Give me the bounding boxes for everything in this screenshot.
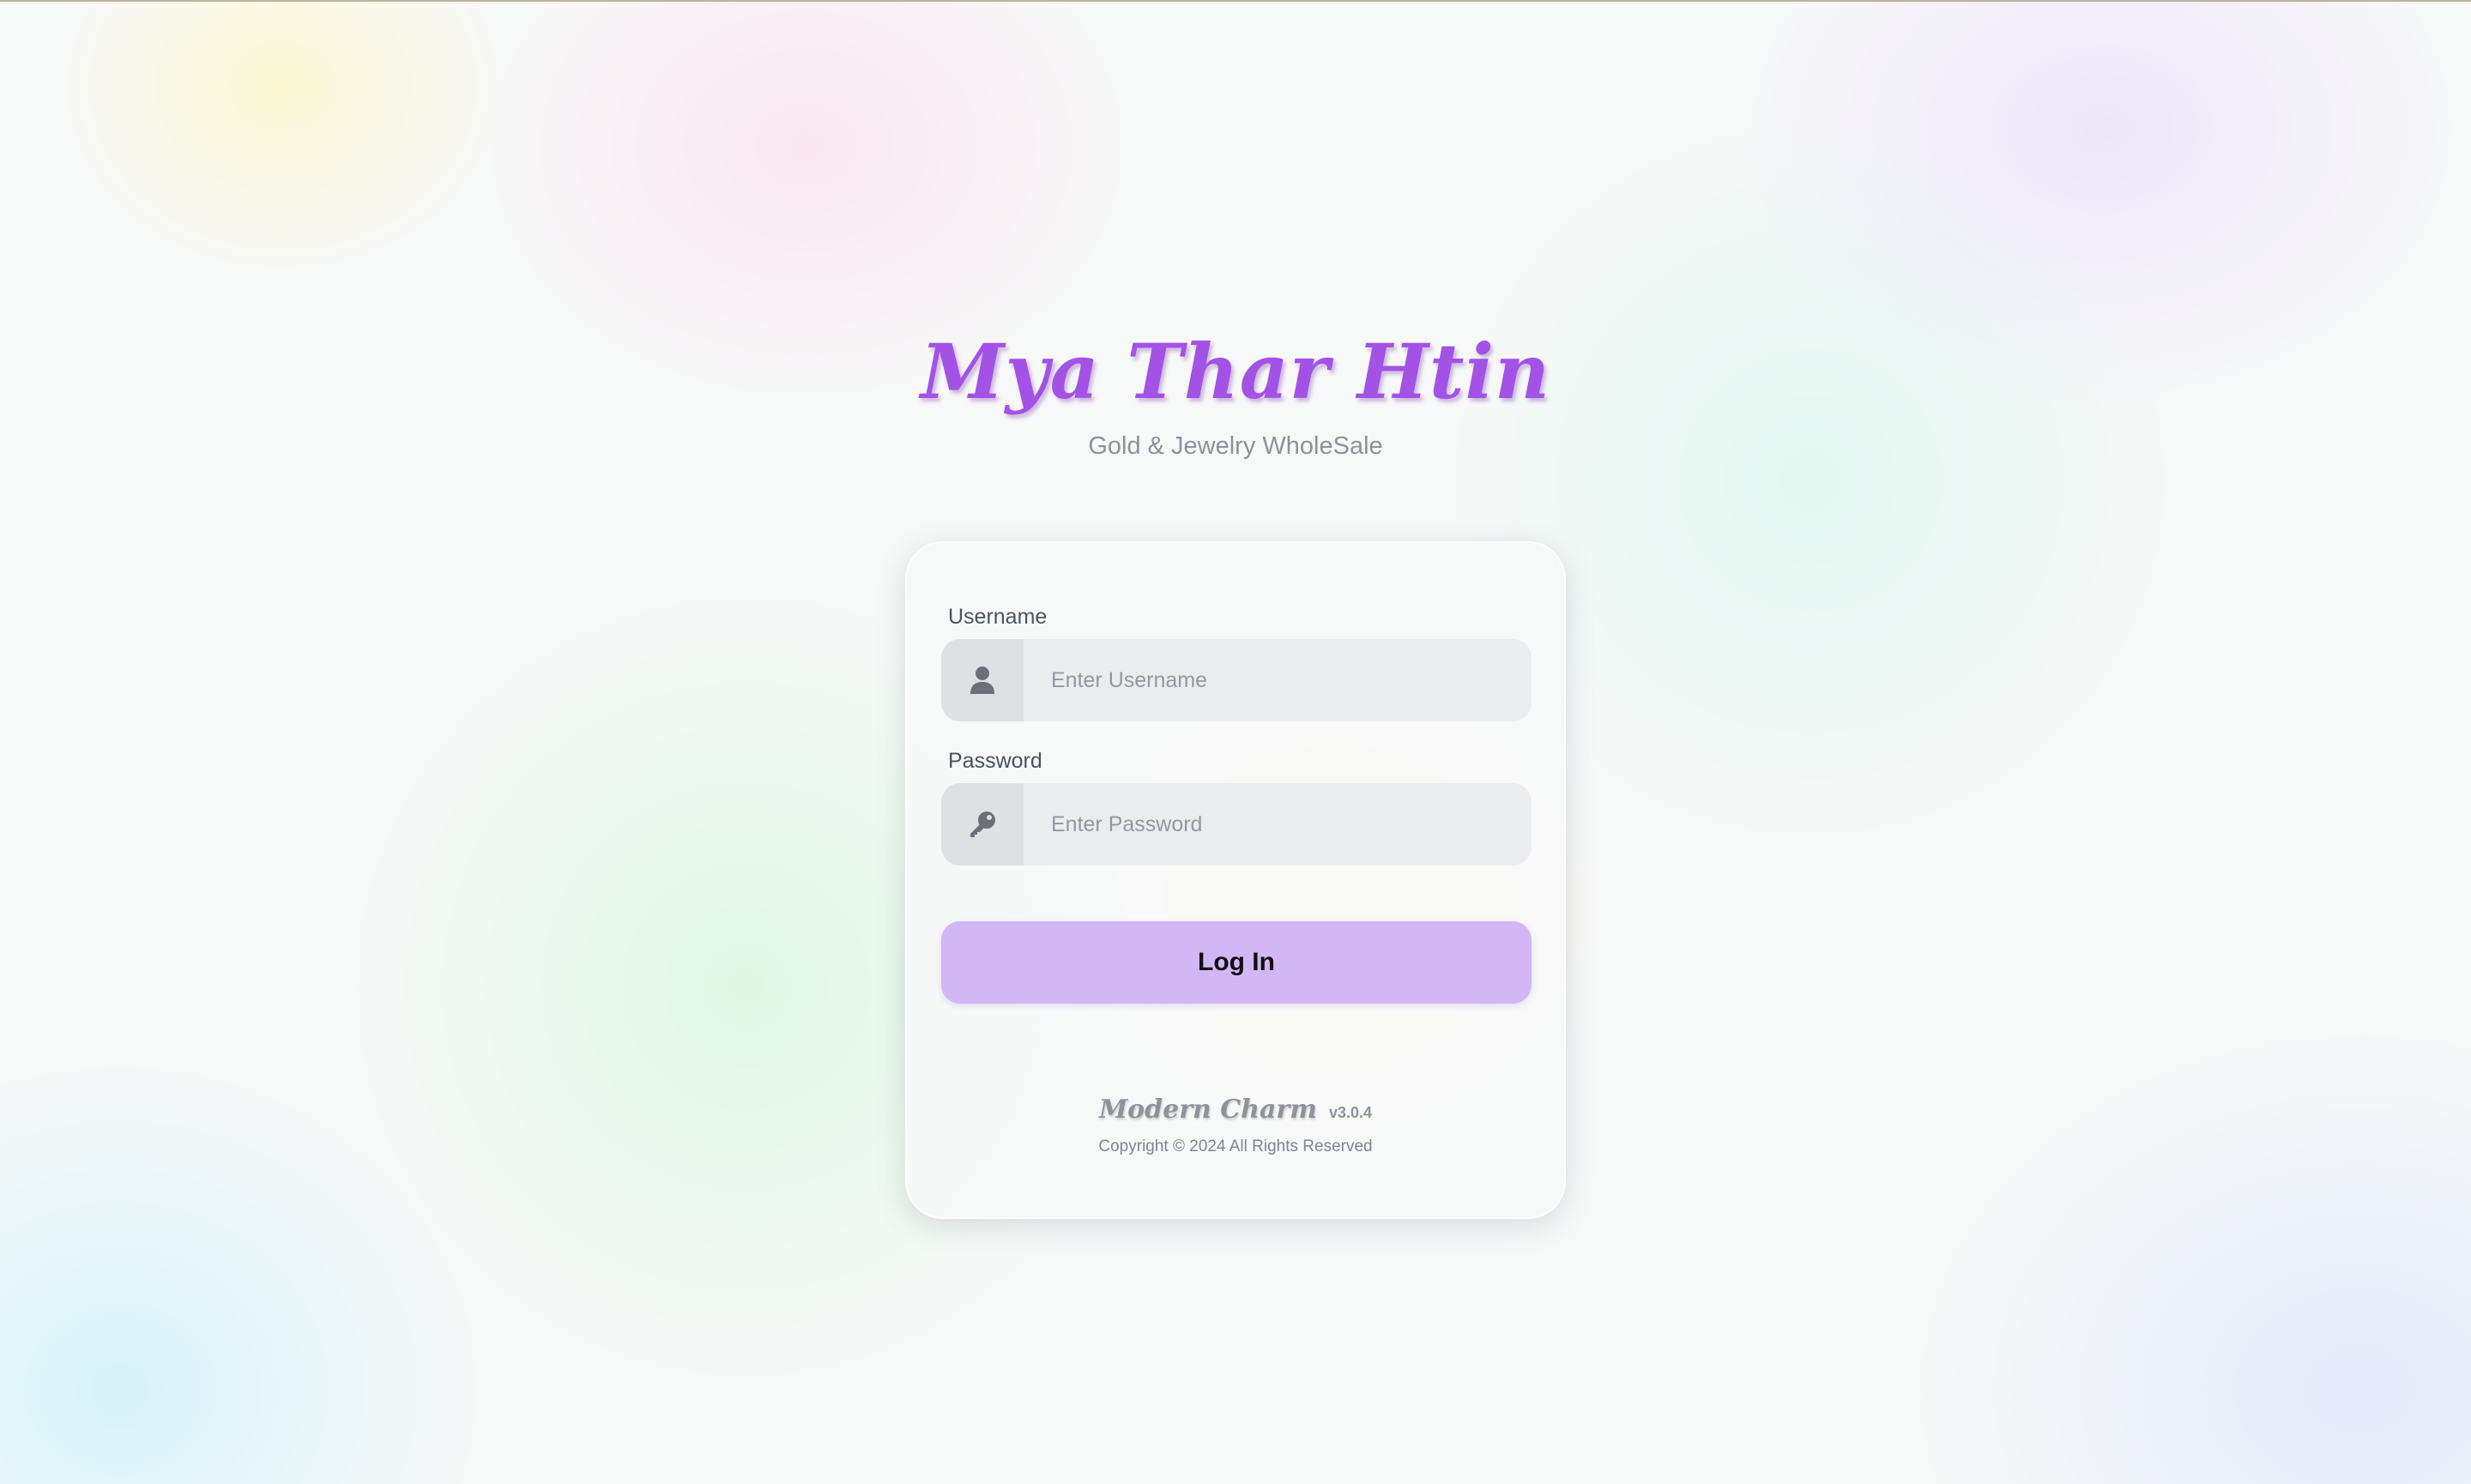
footer-theme-name: Modern Charm: [1098, 1095, 1317, 1125]
password-icon-box: [941, 783, 1024, 866]
username-icon-box: [941, 639, 1024, 721]
username-label: Username: [948, 605, 1048, 629]
footer-version: v3.0.4: [1328, 1104, 1373, 1121]
username-input[interactable]: [1024, 639, 1532, 721]
brand-subtitle: Gold & Jewelry WholeSale: [1088, 432, 1383, 460]
password-input[interactable]: [1024, 783, 1532, 866]
top-border-line: [0, 0, 2471, 2]
password-label: Password: [948, 749, 1042, 773]
card-footer: Modern Charm v3.0.4 Copyright © 2024 All …: [907, 1092, 1564, 1156]
user-icon: [970, 667, 994, 694]
password-input-group: [941, 783, 1532, 866]
key-icon: [970, 811, 995, 837]
login-button[interactable]: Log In: [941, 921, 1532, 1004]
brand-title: Mya Thar Htin: [921, 327, 1550, 416]
footer-brand-line: Modern Charm v3.0.4: [907, 1092, 1564, 1132]
login-card: Username Password Log In Modern Charm v3.…: [905, 541, 1566, 1219]
footer-copyright: Copyright © 2024 All Rights Reserved: [1098, 1137, 1373, 1155]
username-input-group: [941, 639, 1532, 721]
brand-header: Mya Thar Htin Gold & Jewelry WholeSale: [0, 316, 2471, 463]
